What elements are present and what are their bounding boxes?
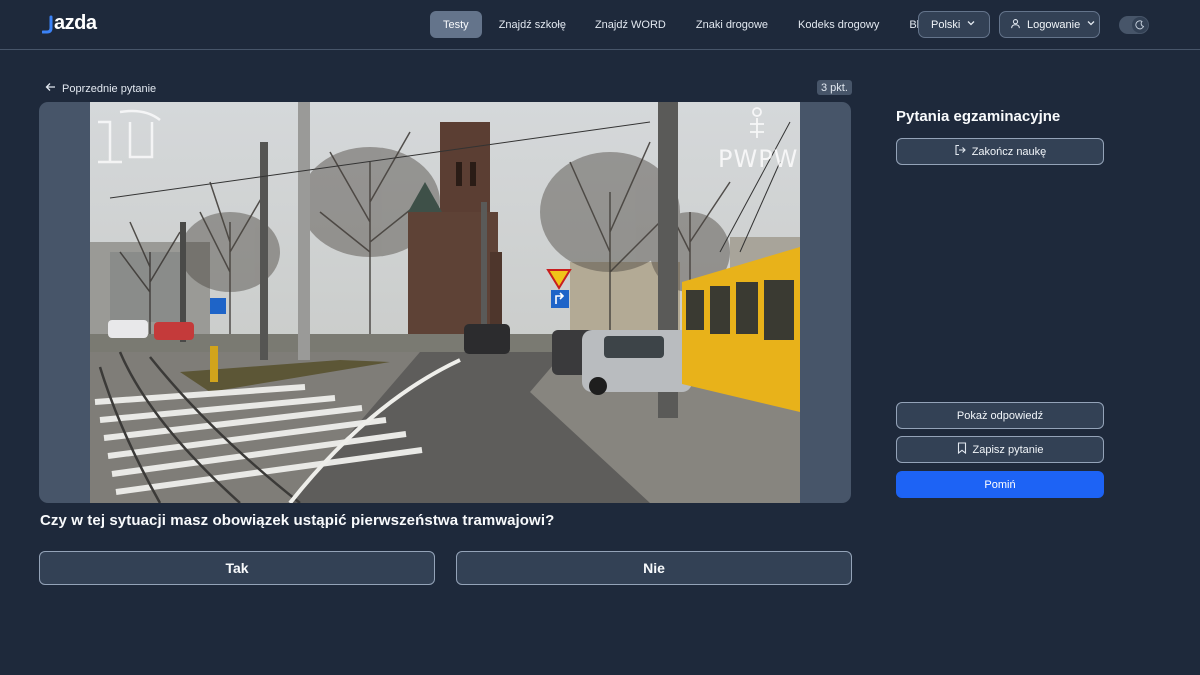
show-answer-button[interactable]: Pokaż odpowiedź	[896, 402, 1104, 429]
logo-text: azda	[54, 12, 97, 34]
chevron-down-icon	[1086, 18, 1096, 31]
jazda-logo[interactable]: azda	[42, 12, 97, 35]
save-question-button[interactable]: Zapisz pytanie	[896, 436, 1104, 463]
end-learning-button[interactable]: Zakończ naukę	[896, 138, 1104, 165]
answer-no-button[interactable]: Nie	[456, 551, 852, 585]
nav-tests[interactable]: Testy	[430, 11, 482, 38]
logout-icon	[954, 144, 966, 159]
answer-yes-button[interactable]: Tak	[39, 551, 435, 585]
arrow-left-icon	[45, 82, 56, 95]
previous-question-label: Poprzednie pytanie	[62, 82, 157, 95]
points-badge: 3 pkt.	[817, 80, 852, 95]
previous-question-link[interactable]: Poprzednie pytanie	[45, 81, 156, 96]
question-image: PWPW	[39, 102, 851, 503]
top-navbar: azda Testy Znajdź szkołę Znajdź WORD Zna…	[0, 0, 1200, 50]
road-scene-image: PWPW	[90, 102, 800, 503]
question-text: Czy w tej sytuacji masz obowiązek ustąpi…	[40, 512, 555, 529]
nav-find-school[interactable]: Znajdź szkołę	[486, 11, 579, 38]
chevron-down-icon	[966, 18, 976, 31]
sidebar-title: Pytania egzaminacyjne	[896, 108, 1061, 125]
skip-button[interactable]: Pomiń	[896, 471, 1104, 498]
nav-road-signs[interactable]: Znaki drogowe	[683, 11, 781, 38]
language-label: Polski	[931, 18, 961, 31]
theme-toggle[interactable]	[1119, 16, 1149, 34]
login-label: Logowanie	[1027, 18, 1081, 31]
bookmark-icon	[957, 442, 967, 457]
nav-find-word[interactable]: Znajdź WORD	[582, 11, 679, 38]
user-icon	[1010, 18, 1021, 32]
main-nav: Testy Znajdź szkołę Znajdź WORD Znaki dr…	[430, 11, 944, 38]
logo-j-mark	[42, 13, 54, 35]
svg-text:PWPW: PWPW	[718, 145, 798, 173]
moon-icon	[1132, 17, 1148, 33]
login-dropdown[interactable]: Logowanie	[999, 11, 1100, 38]
nav-traffic-code[interactable]: Kodeks drogowy	[785, 11, 892, 38]
language-select[interactable]: Polski	[918, 11, 990, 38]
save-question-label: Zapisz pytanie	[972, 443, 1044, 456]
end-learning-label: Zakończ naukę	[971, 145, 1047, 158]
